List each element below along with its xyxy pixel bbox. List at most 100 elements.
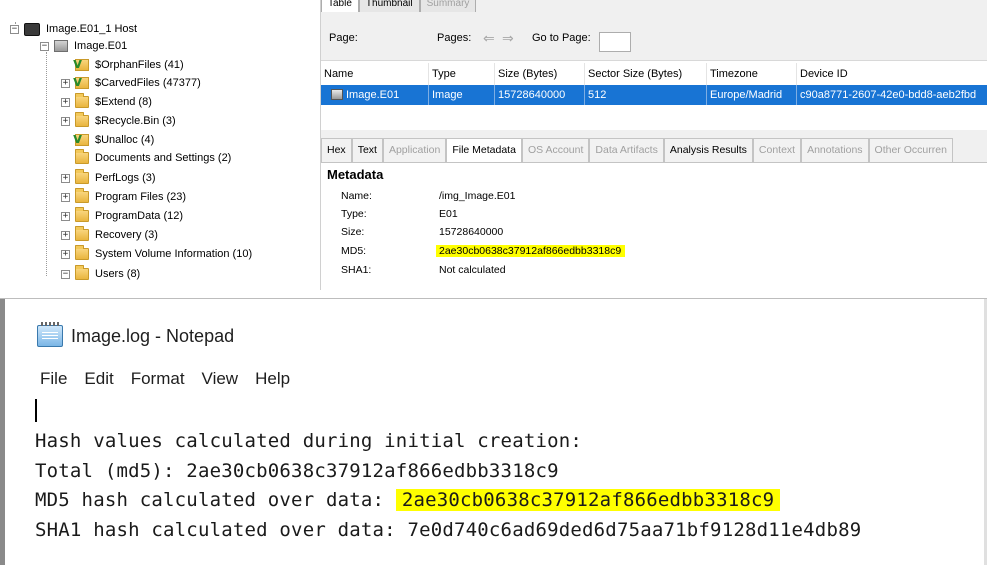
metadata-value-md5: 2ae30cb0638c37912af866edbb3318c9: [436, 242, 626, 260]
next-page-arrow-icon[interactable]: ⇒: [502, 30, 514, 47]
table-cell-sector-size[interactable]: 512: [585, 85, 707, 105]
goto-page-input[interactable]: [599, 32, 631, 52]
menu-format[interactable]: Format: [131, 369, 185, 391]
tab-annotations[interactable]: Annotations: [801, 138, 869, 162]
folder-icon: [75, 226, 89, 241]
expand-toggle-icon[interactable]: +: [61, 230, 70, 240]
metadata-row-name: Name: /img_Image.E01: [321, 187, 987, 205]
text-line-3[interactable]: MD5 hash calculated over data: 2ae30cb06…: [35, 489, 781, 511]
tree-item-label: $Recycle.Bin (3): [95, 115, 176, 127]
tree-item-extend[interactable]: + $Extend (8): [61, 93, 152, 111]
metadata-label: Name:: [341, 190, 372, 202]
metadata-value: Not calculated: [439, 264, 506, 276]
tree-item-label: Documents and Settings (2): [95, 152, 232, 164]
tab-application[interactable]: Application: [382, 138, 447, 162]
tree-item-label: $OrphanFiles (41): [95, 59, 184, 71]
metadata-row-md5: MD5: 2ae30cb0638c37912af866edbb3318c9: [321, 242, 987, 260]
collapse-toggle-icon[interactable]: −: [61, 269, 70, 279]
host-label: Image.E01_1 Host: [46, 23, 138, 35]
tree-item-carvedfiles[interactable]: + v $CarvedFiles (47377): [61, 74, 201, 92]
expand-toggle-icon[interactable]: +: [61, 78, 70, 88]
expand-toggle-icon[interactable]: +: [61, 116, 70, 126]
tree-item-users[interactable]: − Users (8): [61, 265, 140, 283]
tree-item-label: PerfLogs (3): [95, 172, 156, 184]
text-line-1[interactable]: Hash values calculated during initial cr…: [35, 430, 582, 452]
tree-item-unalloc[interactable]: v $Unalloc (4): [61, 131, 154, 149]
goto-page-label: Go to Page:: [532, 32, 591, 44]
menu-edit[interactable]: Edit: [84, 369, 113, 391]
tree-item-system-volume-information[interactable]: + System Volume Information (10): [61, 245, 252, 263]
tree-item-recycle-bin[interactable]: + $Recycle.Bin (3): [61, 112, 176, 130]
menu-view[interactable]: View: [202, 369, 239, 391]
column-header-sector-size[interactable]: Sector Size (Bytes): [585, 63, 707, 85]
table-cell-type[interactable]: Image: [429, 85, 495, 105]
tree-item-label: $Extend (8): [95, 96, 152, 108]
metadata-label: Type:: [341, 208, 367, 220]
metadata-label: MD5:: [341, 245, 367, 257]
tree-item-programdata[interactable]: + ProgramData (12): [61, 207, 183, 225]
tab-table[interactable]: Table: [321, 0, 359, 12]
tree-node-host[interactable]: − Image.E01_1 Host: [10, 20, 137, 38]
tree-item-label: $CarvedFiles (47377): [95, 77, 201, 89]
previous-page-arrow-icon[interactable]: ⇐: [483, 30, 495, 47]
data-source-tree: − Image.E01_1 Host − Image.E01 v $Orphan…: [0, 0, 300, 290]
expand-toggle-icon[interactable]: +: [61, 211, 70, 221]
pages-label: Pages:: [437, 32, 472, 44]
image-label: Image.E01: [74, 40, 128, 52]
metadata-value: 15728640000: [439, 226, 504, 238]
tree-item-perflogs[interactable]: + PerfLogs (3): [61, 169, 156, 187]
tree-item-recovery[interactable]: + Recovery (3): [61, 226, 158, 244]
metadata-row-size: Size: 15728640000: [321, 223, 987, 241]
metadata-row-sha1: SHA1: Not calculated: [321, 261, 987, 279]
table-cell-size[interactable]: 15728640000: [495, 85, 585, 105]
virtual-folder-icon: v: [73, 74, 89, 90]
tab-file-metadata[interactable]: File Metadata: [446, 138, 522, 162]
expand-toggle-icon[interactable]: +: [61, 97, 70, 107]
table-cell-timezone[interactable]: Europe/Madrid: [707, 85, 797, 105]
notepad-title-bar: Image.log - Notepad: [37, 322, 235, 349]
tree-item-label: Recovery (3): [95, 229, 158, 241]
expand-toggle-icon[interactable]: +: [61, 249, 70, 259]
tab-summary[interactable]: Summary: [419, 0, 477, 12]
tab-os-account[interactable]: OS Account: [521, 138, 590, 162]
notepad-window: Image.log - Notepad File Edit Format Vie…: [0, 298, 987, 565]
menu-file[interactable]: File: [40, 369, 67, 391]
expand-toggle-icon[interactable]: +: [61, 192, 70, 202]
collapse-toggle-icon[interactable]: −: [10, 24, 19, 34]
results-pane: Table Thumbnail Summary Page: Pages: Go …: [320, 0, 987, 290]
column-header-name[interactable]: Name: [321, 63, 429, 85]
tab-context[interactable]: Context: [752, 138, 802, 162]
folder-icon: [75, 169, 89, 184]
tree-item-documents-and-settings[interactable]: Documents and Settings (2): [61, 149, 231, 167]
tree-item-orphanfiles[interactable]: v $OrphanFiles (41): [61, 56, 184, 74]
text-line-2[interactable]: Total (md5): 2ae30cb0638c37912af866edbb3…: [35, 460, 559, 482]
folder-icon: [75, 207, 89, 222]
disk-image-icon: [54, 40, 68, 52]
tree-item-program-files[interactable]: + Program Files (23): [61, 188, 186, 206]
tab-data-artifacts[interactable]: Data Artifacts: [589, 138, 664, 162]
menu-help[interactable]: Help: [255, 369, 290, 391]
table-cell-name[interactable]: Image.E01: [321, 85, 429, 105]
tab-thumbnail[interactable]: Thumbnail: [358, 0, 420, 12]
page-label: Page:: [329, 32, 358, 44]
tab-analysis-results[interactable]: Analysis Results: [663, 138, 753, 162]
tree-node-image[interactable]: − Image.E01: [40, 37, 127, 55]
text-line-4[interactable]: SHA1 hash calculated over data: 7e0d740c…: [35, 519, 861, 541]
tab-hex[interactable]: Hex: [321, 138, 352, 162]
folder-icon: [75, 149, 89, 164]
window-title: Image.log - Notepad: [71, 325, 235, 346]
expand-toggle-icon[interactable]: +: [61, 173, 70, 183]
tab-text[interactable]: Text: [351, 138, 383, 162]
collapse-toggle-icon[interactable]: −: [40, 41, 49, 51]
virtual-folder-icon: v: [73, 56, 89, 72]
column-header-size[interactable]: Size (Bytes): [495, 63, 585, 85]
tab-other-occurrences[interactable]: Other Occurren: [868, 138, 953, 162]
virtual-folder-icon: v: [73, 131, 89, 147]
tree-item-label: ProgramData (12): [95, 210, 184, 222]
column-header-device-id[interactable]: Device ID: [797, 63, 987, 85]
tree-item-label: $Unalloc (4): [95, 134, 155, 146]
table-cell-device-id[interactable]: c90a8771-2607-42e0-bdd8-aeb2fbd: [797, 85, 987, 105]
column-header-type[interactable]: Type: [429, 63, 495, 85]
metadata-value: E01: [439, 208, 458, 220]
column-header-timezone[interactable]: Timezone: [707, 63, 797, 85]
